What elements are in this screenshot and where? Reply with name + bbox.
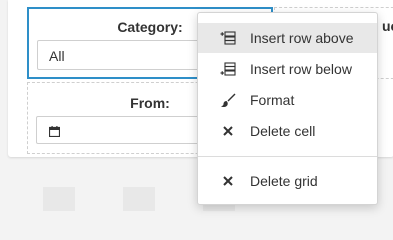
menu-item-label: Insert row above bbox=[250, 30, 354, 46]
menu-item-label: Delete grid bbox=[250, 173, 318, 189]
placeholder-block bbox=[123, 187, 155, 211]
delete-cell-item[interactable]: Delete cell bbox=[198, 116, 377, 146]
menu-divider bbox=[198, 156, 377, 157]
menu-item-label: Delete cell bbox=[250, 123, 316, 139]
format-item[interactable]: Format bbox=[198, 85, 377, 115]
insert-row-below-icon bbox=[219, 61, 236, 78]
insert-row-above-item[interactable]: Insert row above bbox=[198, 23, 377, 53]
menu-item-label: Insert row below bbox=[250, 61, 352, 77]
calendar-icon[interactable] bbox=[48, 124, 61, 142]
placeholder-block bbox=[43, 187, 75, 211]
close-icon bbox=[219, 173, 236, 190]
delete-grid-item[interactable]: Delete grid bbox=[198, 166, 377, 196]
product-label-fragment: uct bbox=[382, 18, 393, 34]
menu-item-label: Format bbox=[250, 92, 295, 108]
insert-row-above-icon bbox=[219, 30, 236, 47]
context-menu: Insert row above Insert row below Format bbox=[197, 12, 378, 205]
insert-row-below-item[interactable]: Insert row below bbox=[198, 54, 377, 84]
paintbrush-icon bbox=[219, 92, 236, 109]
close-icon bbox=[219, 123, 236, 140]
